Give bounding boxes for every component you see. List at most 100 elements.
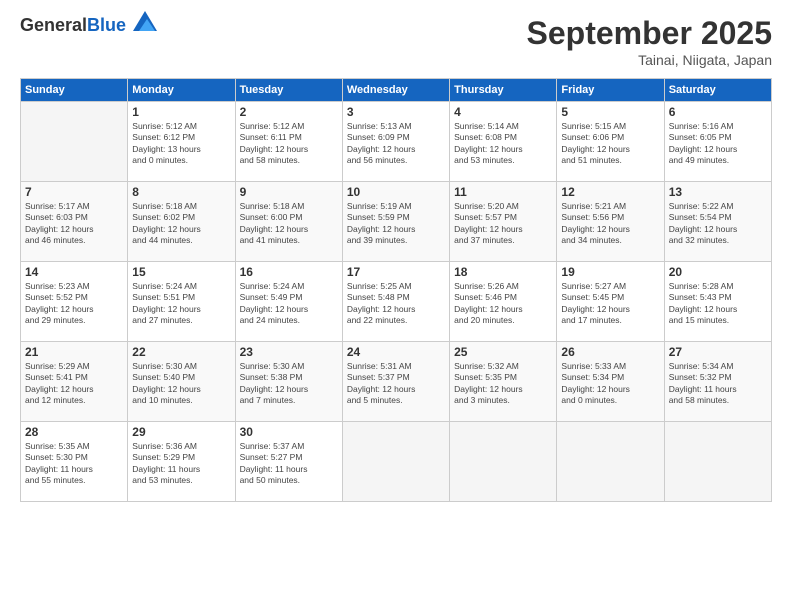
day-info: Sunrise: 5:31 AM Sunset: 5:37 PM Dayligh… xyxy=(347,361,445,407)
day-number: 24 xyxy=(347,345,445,359)
day-number: 5 xyxy=(561,105,659,119)
day-info: Sunrise: 5:26 AM Sunset: 5:46 PM Dayligh… xyxy=(454,281,552,327)
logo: GeneralBlue xyxy=(20,15,157,36)
day-number: 14 xyxy=(25,265,123,279)
day-info: Sunrise: 5:24 AM Sunset: 5:49 PM Dayligh… xyxy=(240,281,338,327)
weekday-header-saturday: Saturday xyxy=(664,79,771,102)
day-cell xyxy=(664,422,771,502)
day-cell: 4 Sunrise: 5:14 AM Sunset: 6:08 PM Daylig… xyxy=(450,102,557,182)
day-cell xyxy=(557,422,664,502)
day-number: 26 xyxy=(561,345,659,359)
day-cell: 20 Sunrise: 5:28 AM Sunset: 5:43 PM Dayli… xyxy=(664,262,771,342)
day-number: 6 xyxy=(669,105,767,119)
logo-icon xyxy=(133,11,157,31)
day-info: Sunrise: 5:14 AM Sunset: 6:08 PM Dayligh… xyxy=(454,121,552,167)
day-cell: 30 Sunrise: 5:37 AM Sunset: 5:27 PM Dayli… xyxy=(235,422,342,502)
day-cell: 7Sunrise: 5:17 AM Sunset: 6:03 PM Daylig… xyxy=(21,182,128,262)
day-number: 15 xyxy=(132,265,230,279)
day-cell: 10 Sunrise: 5:19 AM Sunset: 5:59 PM Dayli… xyxy=(342,182,449,262)
day-number: 18 xyxy=(454,265,552,279)
day-number: 2 xyxy=(240,105,338,119)
day-info: Sunrise: 5:33 AM Sunset: 5:34 PM Dayligh… xyxy=(561,361,659,407)
day-number: 3 xyxy=(347,105,445,119)
calendar-table: SundayMondayTuesdayWednesdayThursdayFrid… xyxy=(20,78,772,502)
day-cell: 18 Sunrise: 5:26 AM Sunset: 5:46 PM Dayli… xyxy=(450,262,557,342)
day-number: 8 xyxy=(132,185,230,199)
day-cell: 27Sunrise: 5:34 AM Sunset: 5:32 PM Dayli… xyxy=(664,342,771,422)
day-info: Sunrise: 5:12 AM Sunset: 6:12 PM Dayligh… xyxy=(132,121,230,167)
day-info: Sunrise: 5:18 AM Sunset: 6:00 PM Dayligh… xyxy=(240,201,338,247)
day-info: Sunrise: 5:18 AM Sunset: 6:02 PM Dayligh… xyxy=(132,201,230,247)
day-number: 9 xyxy=(240,185,338,199)
day-cell: 29 Sunrise: 5:36 AM Sunset: 5:29 PM Dayli… xyxy=(128,422,235,502)
day-info: Sunrise: 5:30 AM Sunset: 5:38 PM Dayligh… xyxy=(240,361,338,407)
day-cell: 21 Sunrise: 5:29 AM Sunset: 5:41 PM Dayli… xyxy=(21,342,128,422)
day-info: Sunrise: 5:28 AM Sunset: 5:43 PM Dayligh… xyxy=(669,281,767,327)
day-number: 21 xyxy=(25,345,123,359)
day-info: Sunrise: 5:19 AM Sunset: 5:59 PM Dayligh… xyxy=(347,201,445,247)
location: Tainai, Niigata, Japan xyxy=(527,52,772,68)
day-info: Sunrise: 5:32 AM Sunset: 5:35 PM Dayligh… xyxy=(454,361,552,407)
day-info: Sunrise: 5:16 AM Sunset: 6:05 PM Dayligh… xyxy=(669,121,767,167)
day-cell: 6 Sunrise: 5:16 AM Sunset: 6:05 PM Daylig… xyxy=(664,102,771,182)
day-cell: 13 Sunrise: 5:22 AM Sunset: 5:54 PM Dayli… xyxy=(664,182,771,262)
day-cell: 9 Sunrise: 5:18 AM Sunset: 6:00 PM Daylig… xyxy=(235,182,342,262)
day-info: Sunrise: 5:24 AM Sunset: 5:51 PM Dayligh… xyxy=(132,281,230,327)
day-number: 29 xyxy=(132,425,230,439)
day-info: Sunrise: 5:37 AM Sunset: 5:27 PM Dayligh… xyxy=(240,441,338,487)
day-number: 13 xyxy=(669,185,767,199)
day-cell: 1 Sunrise: 5:12 AM Sunset: 6:12 PM Daylig… xyxy=(128,102,235,182)
week-row-3: 14Sunrise: 5:23 AM Sunset: 5:52 PM Dayli… xyxy=(21,262,772,342)
day-info: Sunrise: 5:12 AM Sunset: 6:11 PM Dayligh… xyxy=(240,121,338,167)
day-info: Sunrise: 5:20 AM Sunset: 5:57 PM Dayligh… xyxy=(454,201,552,247)
day-info: Sunrise: 5:30 AM Sunset: 5:40 PM Dayligh… xyxy=(132,361,230,407)
day-info: Sunrise: 5:25 AM Sunset: 5:48 PM Dayligh… xyxy=(347,281,445,327)
day-number: 19 xyxy=(561,265,659,279)
day-cell: 14Sunrise: 5:23 AM Sunset: 5:52 PM Dayli… xyxy=(21,262,128,342)
weekday-header-sunday: Sunday xyxy=(21,79,128,102)
day-info: Sunrise: 5:21 AM Sunset: 5:56 PM Dayligh… xyxy=(561,201,659,247)
day-cell: 28 Sunrise: 5:35 AM Sunset: 5:30 PM Dayli… xyxy=(21,422,128,502)
day-cell: 2 Sunrise: 5:12 AM Sunset: 6:11 PM Daylig… xyxy=(235,102,342,182)
day-number: 4 xyxy=(454,105,552,119)
day-number: 7 xyxy=(25,185,123,199)
day-cell xyxy=(342,422,449,502)
day-cell: 22 Sunrise: 5:30 AM Sunset: 5:40 PM Dayli… xyxy=(128,342,235,422)
day-info: Sunrise: 5:15 AM Sunset: 6:06 PM Dayligh… xyxy=(561,121,659,167)
day-number: 28 xyxy=(25,425,123,439)
day-info: Sunrise: 5:35 AM Sunset: 5:30 PM Dayligh… xyxy=(25,441,123,487)
day-info: Sunrise: 5:34 AM Sunset: 5:32 PM Dayligh… xyxy=(669,361,767,407)
week-row-1: 1 Sunrise: 5:12 AM Sunset: 6:12 PM Daylig… xyxy=(21,102,772,182)
page: GeneralBlue September 2025 Tainai, Niiga… xyxy=(0,0,792,612)
day-number: 30 xyxy=(240,425,338,439)
day-cell: 24 Sunrise: 5:31 AM Sunset: 5:37 PM Dayli… xyxy=(342,342,449,422)
day-number: 22 xyxy=(132,345,230,359)
day-cell xyxy=(450,422,557,502)
day-cell: 25Sunrise: 5:32 AM Sunset: 5:35 PM Dayli… xyxy=(450,342,557,422)
day-info: Sunrise: 5:36 AM Sunset: 5:29 PM Dayligh… xyxy=(132,441,230,487)
header: GeneralBlue September 2025 Tainai, Niiga… xyxy=(20,15,772,68)
title-block: September 2025 Tainai, Niigata, Japan xyxy=(527,15,772,68)
week-row-2: 7Sunrise: 5:17 AM Sunset: 6:03 PM Daylig… xyxy=(21,182,772,262)
day-number: 20 xyxy=(669,265,767,279)
day-number: 11 xyxy=(454,185,552,199)
day-info: Sunrise: 5:22 AM Sunset: 5:54 PM Dayligh… xyxy=(669,201,767,247)
day-info: Sunrise: 5:27 AM Sunset: 5:45 PM Dayligh… xyxy=(561,281,659,327)
day-cell: 26 Sunrise: 5:33 AM Sunset: 5:34 PM Dayli… xyxy=(557,342,664,422)
day-cell: 5 Sunrise: 5:15 AM Sunset: 6:06 PM Daylig… xyxy=(557,102,664,182)
weekday-header-row: SundayMondayTuesdayWednesdayThursdayFrid… xyxy=(21,79,772,102)
day-cell: 23 Sunrise: 5:30 AM Sunset: 5:38 PM Dayli… xyxy=(235,342,342,422)
week-row-4: 21 Sunrise: 5:29 AM Sunset: 5:41 PM Dayli… xyxy=(21,342,772,422)
day-number: 12 xyxy=(561,185,659,199)
day-number: 23 xyxy=(240,345,338,359)
day-number: 1 xyxy=(132,105,230,119)
day-cell: 3Sunrise: 5:13 AM Sunset: 6:09 PM Daylig… xyxy=(342,102,449,182)
day-number: 10 xyxy=(347,185,445,199)
logo-blue-text: Blue xyxy=(87,15,126,35)
day-cell: 11 Sunrise: 5:20 AM Sunset: 5:57 PM Dayli… xyxy=(450,182,557,262)
day-info: Sunrise: 5:29 AM Sunset: 5:41 PM Dayligh… xyxy=(25,361,123,407)
weekday-header-wednesday: Wednesday xyxy=(342,79,449,102)
day-cell: 8 Sunrise: 5:18 AM Sunset: 6:02 PM Daylig… xyxy=(128,182,235,262)
week-row-5: 28 Sunrise: 5:35 AM Sunset: 5:30 PM Dayli… xyxy=(21,422,772,502)
day-cell: 12 Sunrise: 5:21 AM Sunset: 5:56 PM Dayli… xyxy=(557,182,664,262)
